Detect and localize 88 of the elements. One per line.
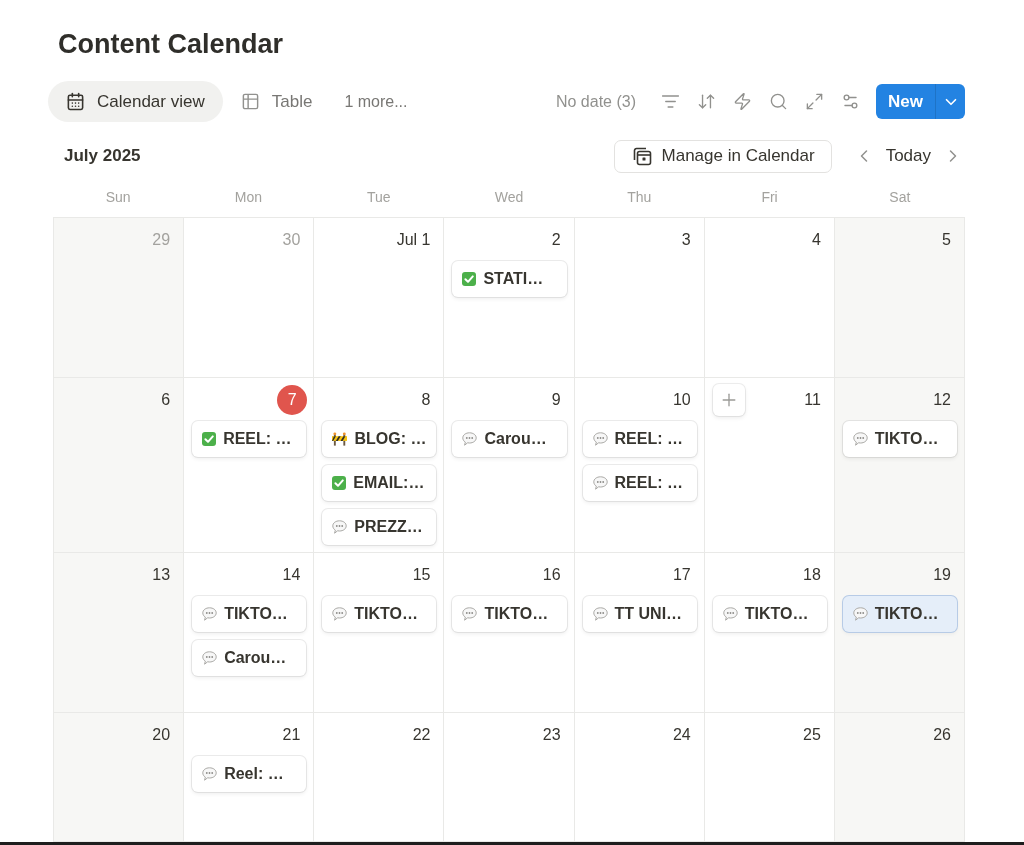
sort-icon [696, 92, 716, 111]
speech-bubble-icon [332, 607, 348, 621]
date-number: 29 [152, 230, 172, 250]
date-number: 6 [161, 390, 172, 410]
speech-bubble-icon [202, 607, 218, 621]
barrier-icon [332, 432, 348, 446]
speech-bubble-icon [202, 651, 218, 665]
date-number: 22 [412, 725, 432, 745]
date-number: 14 [282, 565, 302, 585]
weekday-label: Thu [627, 189, 652, 205]
speech-bubble-icon [462, 607, 478, 621]
month-label: July 2025 [64, 146, 141, 166]
speech-bubble-icon [462, 432, 478, 446]
date-number: 12 [933, 390, 952, 410]
new-button[interactable]: New [876, 84, 935, 119]
date-number: 8 [421, 390, 432, 410]
table-icon [240, 92, 260, 111]
date-number: 19 [933, 565, 952, 585]
date-number: 3 [681, 230, 692, 250]
event-card[interactable]: TIKTO… [842, 596, 957, 632]
calendar-icon [632, 146, 652, 166]
event-card[interactable]: Reel: … [192, 756, 307, 792]
checkmark-icon [332, 476, 347, 490]
weekday-label: Tue [366, 189, 391, 205]
today-button[interactable]: Today [875, 142, 941, 170]
event-card[interactable]: Carou… [452, 421, 567, 457]
event-card[interactable]: TIKTO… [192, 596, 307, 632]
event-card[interactable]: TIKTO… [842, 421, 957, 457]
speech-bubble-icon [852, 607, 868, 621]
event-card[interactable]: REEL: … [582, 421, 697, 457]
date-number: 21 [282, 725, 302, 745]
date-number: 13 [152, 565, 172, 585]
speech-bubble-icon [592, 432, 608, 446]
more-views-button[interactable]: 1 more... [330, 81, 422, 122]
weekday-label: Wed [494, 189, 524, 205]
settings-icon [840, 92, 860, 111]
manage-in-calendar-button[interactable]: Manage in Calendar [613, 139, 832, 173]
date-number: 25 [803, 725, 822, 745]
weekday-label: Mon [234, 189, 263, 205]
event-card[interactable]: TIKTO… [452, 596, 567, 632]
event-card[interactable]: REEL: … [582, 465, 697, 501]
filter-icon [660, 92, 680, 111]
date-number: 23 [542, 725, 562, 745]
event-card[interactable]: TT UNI… [582, 596, 697, 632]
view-tab[interactable]: Calendar view [48, 81, 223, 122]
weekday-label: Sun [105, 189, 131, 205]
event-card[interactable]: TIKTO… [322, 596, 437, 632]
date-number: Jul 1 [396, 230, 432, 250]
speech-bubble-icon [592, 607, 608, 621]
event-card[interactable]: PREZZ… [322, 509, 437, 545]
event-card[interactable]: TIKTO… [712, 596, 827, 632]
speech-bubble-icon [202, 767, 218, 781]
date-number: 26 [933, 725, 952, 745]
date-number: 10 [672, 390, 692, 410]
date-number: 2 [551, 230, 562, 250]
date-number: 5 [942, 230, 952, 250]
date-number: 11 [804, 390, 822, 410]
calendar-icon [66, 92, 85, 111]
date-number: 20 [152, 725, 172, 745]
today-date-number: 7 [277, 385, 308, 415]
event-card[interactable]: BLOG: … [322, 421, 437, 457]
date-number: 9 [551, 390, 562, 410]
speech-bubble-icon [332, 520, 348, 534]
lightning-icon [732, 92, 752, 111]
checkmark-icon [202, 432, 217, 446]
speech-bubble-icon [722, 607, 738, 621]
date-number: 24 [672, 725, 692, 745]
checkmark-icon [462, 272, 477, 286]
date-number: 30 [282, 230, 302, 250]
speech-bubble-icon [852, 432, 868, 446]
weekday-label: Fri [761, 189, 778, 205]
event-card[interactable]: Carou… [192, 640, 307, 676]
event-card[interactable]: STATI… [452, 261, 567, 297]
search-icon [768, 92, 788, 111]
date-number: 16 [542, 565, 562, 585]
date-number: 15 [412, 565, 432, 585]
add-event-button[interactable] [712, 384, 745, 416]
expand-icon [804, 92, 824, 111]
date-number: 17 [672, 565, 692, 585]
speech-bubble-icon [592, 476, 608, 490]
weekday-label: Sat [889, 189, 911, 205]
view-tab[interactable]: Table [222, 81, 331, 122]
new-dropdown-button[interactable] [935, 84, 965, 119]
event-card[interactable]: EMAIL:… [322, 465, 437, 501]
page-title: Content Calendar [58, 28, 284, 60]
date-number: 18 [803, 565, 822, 585]
date-number: 4 [811, 230, 822, 250]
event-card[interactable]: REEL: … [192, 421, 307, 457]
